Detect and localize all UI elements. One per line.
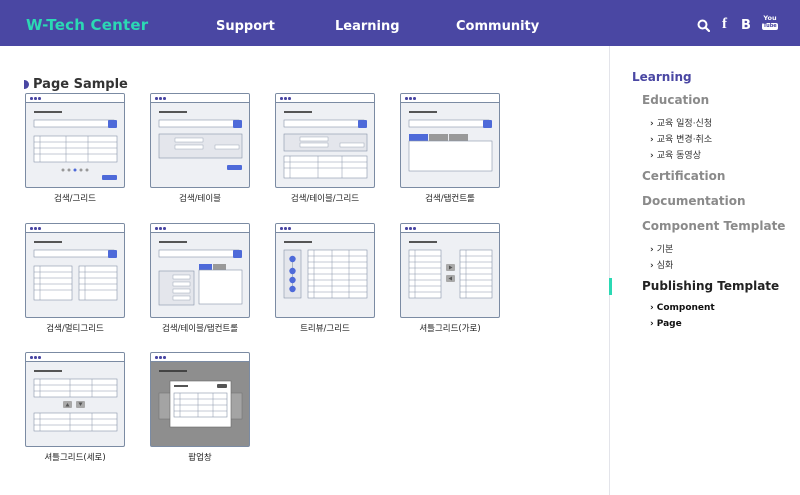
chevron-right-icon: › <box>650 119 654 129</box>
thumbnail-search-table <box>150 93 250 188</box>
card-label: 검색/테이블 <box>179 194 221 204</box>
sidebar-item-certification[interactable]: Certification <box>642 169 725 183</box>
sidebar-subitem-component[interactable]: › Component <box>650 303 715 313</box>
card-label: 검색/멀티그리드 <box>46 324 104 334</box>
nav-learning[interactable]: Learning <box>335 19 400 34</box>
chevron-right-icon: › <box>650 151 654 161</box>
sidebar-root-learning[interactable]: Learning <box>632 70 692 84</box>
sidebar-item-documentation[interactable]: Documentation <box>642 194 746 208</box>
sidebar-subitem-label: 교육 변경·취소 <box>656 135 713 145</box>
thumbnail-shuttle-grid-horizontal <box>400 223 500 318</box>
thumbnail-search-table-tab <box>150 223 250 318</box>
nav-community[interactable]: Community <box>456 19 539 34</box>
thumbnail-shuttle-grid-vertical <box>25 352 125 447</box>
card-label: 트리뷰/그리드 <box>300 324 350 334</box>
card-label: 검색/그리드 <box>54 194 96 204</box>
thumbnail-search-grid <box>25 93 125 188</box>
sidebar-subitem-page[interactable]: › Page <box>650 319 682 329</box>
card-label: 셔틀그리드(가로) <box>419 324 481 334</box>
active-indicator <box>609 278 612 295</box>
sidebar-item-publishing-template[interactable]: Publishing Template <box>642 279 779 293</box>
sidebar-subitem-edu-schedule[interactable]: › 교육 일정·신청 <box>650 116 712 129</box>
card-label: 검색/테이블/그리드 <box>290 194 360 204</box>
facebook-icon[interactable]: f <box>722 16 727 33</box>
card-label: 검색/탭컨트롤 <box>425 194 475 204</box>
sidebar-subitem-label: 교육 동영상 <box>656 151 701 161</box>
youtube-icon[interactable]: You Tube <box>762 15 778 33</box>
youtube-icon-bottom: Tube <box>762 23 778 30</box>
top-header: W-Tech Center Support Learning Community… <box>0 0 800 46</box>
chevron-right-icon: › <box>650 319 654 329</box>
sidebar: Learning Education › 교육 일정·신청 › 교육 변경·취소 ›… <box>609 46 800 495</box>
search-icon[interactable] <box>697 19 710 32</box>
sidebar-subitem-edu-change[interactable]: › 교육 변경·취소 <box>650 132 712 145</box>
chevron-right-icon: › <box>650 261 654 271</box>
thumbnail-tree-grid <box>275 223 375 318</box>
chevron-right-icon: › <box>650 135 654 145</box>
site-logo[interactable]: W-Tech Center <box>26 16 148 34</box>
thumbnail-search-tab <box>400 93 500 188</box>
blog-icon[interactable]: B <box>741 18 751 33</box>
card-label: 팝업창 <box>188 453 212 463</box>
card-label: 검색/테이블/탭컨트롤 <box>161 324 239 334</box>
thumbnail-search-table-grid <box>275 93 375 188</box>
sidebar-subitem-label: 심화 <box>656 261 674 271</box>
sidebar-subitem-advanced[interactable]: › 심화 <box>650 258 673 271</box>
sidebar-subitem-label: Component <box>656 303 715 313</box>
title-marker <box>24 80 29 89</box>
sidebar-subitem-basic[interactable]: › 기본 <box>650 242 673 255</box>
sidebar-subitem-label: 교육 일정·신청 <box>656 119 713 129</box>
sidebar-item-component-template[interactable]: Component Template <box>642 219 785 233</box>
thumbnail-popup <box>150 352 250 447</box>
card-label: 셔틀그리드(세로) <box>44 453 106 463</box>
youtube-icon-top: You <box>763 14 777 22</box>
chevron-right-icon: › <box>650 303 654 313</box>
sidebar-subitem-label: 기본 <box>656 245 674 255</box>
page-title: Page Sample <box>33 77 128 92</box>
nav-support[interactable]: Support <box>216 19 275 34</box>
sidebar-subitem-label: Page <box>656 319 682 329</box>
thumbnail-search-multigrid <box>25 223 125 318</box>
chevron-right-icon: › <box>650 245 654 255</box>
sidebar-subitem-edu-video[interactable]: › 교육 동영상 <box>650 148 701 161</box>
sidebar-item-education[interactable]: Education <box>642 93 709 107</box>
